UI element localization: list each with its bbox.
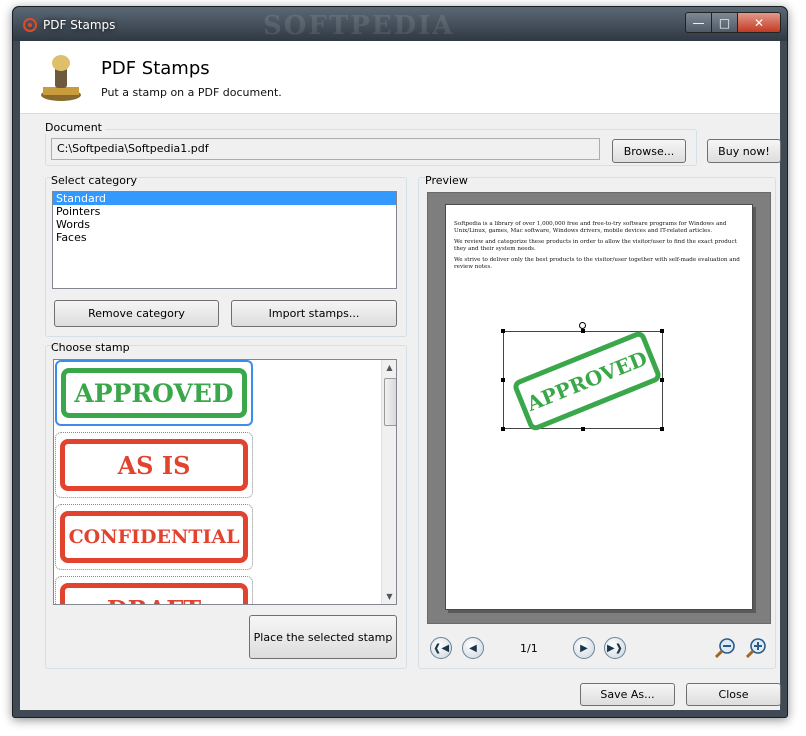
title-bar[interactable]: PDF Stamps SOFTPEDIA — □ ✕ <box>13 7 787 41</box>
pdf-page: Softpedia is a library of over 1,000,000… <box>445 204 753 610</box>
first-page-button[interactable]: ❰◀ <box>430 637 452 659</box>
maximize-button[interactable]: □ <box>712 12 738 33</box>
stamp-tile-approved[interactable]: APPROVED <box>55 360 253 426</box>
minimize-button[interactable]: — <box>685 12 712 33</box>
stamp-label: APPROVED <box>61 368 247 418</box>
import-stamps-button[interactable]: Import stamps... <box>231 300 397 327</box>
stamp-label: AS IS <box>60 439 248 491</box>
category-item-pointers[interactable]: Pointers <box>53 205 396 218</box>
resize-handle[interactable] <box>501 427 505 431</box>
next-page-button[interactable]: ▶ <box>573 637 595 659</box>
app-window: PDF Stamps SOFTPEDIA — □ ✕ PDF Stamps Pu… <box>12 6 788 718</box>
page-paragraph: Softpedia is a library of over 1,000,000… <box>454 221 727 234</box>
buy-now-button[interactable]: Buy now! <box>707 139 781 163</box>
header-banner: PDF Stamps Put a stamp on a PDF document… <box>20 41 780 114</box>
resize-handle[interactable] <box>581 329 585 333</box>
zoom-in-icon[interactable] <box>745 637 767 659</box>
document-label: Document <box>45 121 105 134</box>
stamp-label: DRAFT <box>60 583 248 604</box>
category-label: Select category <box>51 174 138 187</box>
maximize-icon: □ <box>718 15 731 30</box>
preview-label: Preview <box>425 174 468 187</box>
category-item-faces[interactable]: Faces <box>53 231 396 244</box>
scroll-down-arrow-icon[interactable]: ▼ <box>382 589 396 604</box>
stamp-list-scrollbar[interactable]: ▲ ▼ <box>381 360 396 604</box>
zoom-out-icon[interactable] <box>714 637 736 659</box>
pdf-app-icon <box>23 18 37 32</box>
document-path-field[interactable]: C:\Softpedia\Softpedia1.pdf <box>51 138 600 160</box>
caption-buttons: — □ ✕ <box>685 12 781 33</box>
resize-handle[interactable] <box>501 329 505 333</box>
remove-category-button[interactable]: Remove category <box>54 300 219 327</box>
choose-stamp-label: Choose stamp <box>51 341 130 354</box>
page-indicator: 1/1 <box>520 642 538 655</box>
stamp-tile-draft[interactable]: DRAFT <box>55 576 253 604</box>
next-page-icon: ▶ <box>580 642 588 654</box>
page-paragraph: We review and categorize these products … <box>454 239 737 252</box>
browse-button[interactable]: Browse... <box>612 139 686 163</box>
app-subtitle: Put a stamp on a PDF document. <box>101 86 282 99</box>
app-title: PDF Stamps <box>101 58 210 79</box>
page-paragraph: We strive to deliver only the best produ… <box>454 257 740 270</box>
placed-stamp-selection[interactable]: APPROVED <box>501 322 664 433</box>
minimize-icon: — <box>692 15 705 30</box>
close-icon: ✕ <box>753 15 765 30</box>
stamp-tile-as-is[interactable]: AS IS <box>55 432 253 498</box>
window-title: PDF Stamps <box>43 18 116 32</box>
scroll-thumb[interactable] <box>384 378 396 426</box>
category-list[interactable]: Standard Pointers Words Faces <box>52 191 397 289</box>
client-area: PDF Stamps Put a stamp on a PDF document… <box>20 41 781 710</box>
resize-handle[interactable] <box>660 427 664 431</box>
resize-handle[interactable] <box>660 329 664 333</box>
preview-canvas[interactable]: Softpedia is a library of over 1,000,000… <box>427 192 771 624</box>
category-item-standard[interactable]: Standard <box>53 192 396 205</box>
close-window-button[interactable]: ✕ <box>738 12 781 33</box>
resize-handle[interactable] <box>501 378 505 382</box>
save-as-button[interactable]: Save As... <box>580 683 675 706</box>
resize-handle[interactable] <box>660 378 664 382</box>
stamp-label: CONFIDENTIAL <box>60 511 248 563</box>
rotate-handle[interactable] <box>579 322 586 329</box>
watermark: SOFTPEDIA <box>263 11 455 41</box>
close-button[interactable]: Close <box>686 683 781 706</box>
category-item-words[interactable]: Words <box>53 218 396 231</box>
previous-page-button[interactable]: ◀ <box>462 637 484 659</box>
page-text: Softpedia is a library of over 1,000,000… <box>454 221 746 275</box>
first-page-icon: ❰◀ <box>432 642 450 654</box>
stamp-list[interactable]: APPROVED AS IS CONFIDENTIAL DRAFT ▲ ▼ <box>53 359 397 605</box>
last-page-icon: ▶❱ <box>606 642 624 654</box>
placed-stamp[interactable]: APPROVED <box>511 329 663 433</box>
stamp-tile-confidential[interactable]: CONFIDENTIAL <box>55 504 253 570</box>
resize-handle[interactable] <box>581 427 585 431</box>
place-stamp-button[interactable]: Place the selected stamp <box>249 615 397 659</box>
stamp-logo-icon <box>41 55 81 101</box>
previous-page-icon: ◀ <box>469 642 477 654</box>
last-page-button[interactable]: ▶❱ <box>604 637 626 659</box>
scroll-up-arrow-icon[interactable]: ▲ <box>382 360 396 375</box>
